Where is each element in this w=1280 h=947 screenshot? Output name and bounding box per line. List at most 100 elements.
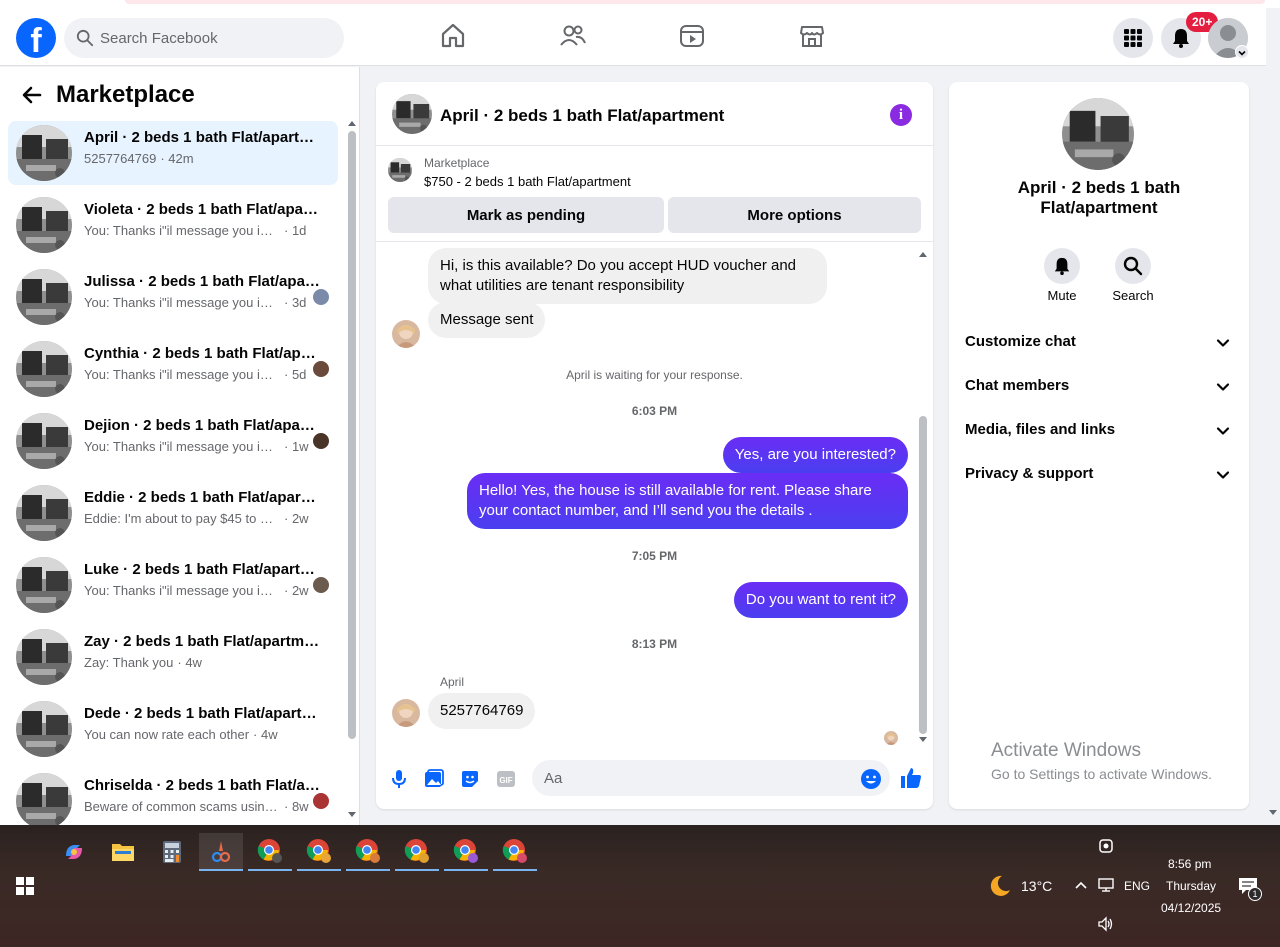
conversation-item[interactable]: Chriselda · 2 beds 1 bath Flat/apartment… (8, 769, 338, 825)
volume-icon[interactable] (1097, 916, 1115, 932)
scrollbar-thumb[interactable] (348, 131, 356, 739)
scroll-up-icon[interactable] (347, 119, 357, 127)
account-menu-caret[interactable] (1235, 45, 1249, 59)
conversation-item[interactable]: Julissa · 2 beds 1 bath Flat/apartment Y… (8, 265, 338, 329)
more-options-button[interactable]: More options (668, 197, 921, 233)
menu-button[interactable] (1113, 18, 1153, 58)
preview-text: You: Thanks i"il message you in a bit (84, 439, 280, 454)
scroll-down-icon[interactable] (917, 736, 929, 744)
incoming-message: Message sent (428, 302, 546, 338)
chevron-up-icon[interactable] (1074, 880, 1088, 890)
timestamp: 7:05 PM (631, 549, 678, 563)
inbox-header: Marketplace (20, 79, 195, 111)
chrome-app-2[interactable] (297, 833, 341, 871)
sender-avatar[interactable] (392, 320, 420, 348)
grid-menu-icon (1124, 29, 1142, 47)
chrome-app-3[interactable] (346, 833, 390, 871)
listing-thumbnail (16, 701, 72, 757)
conversation-preview: You: Thanks i"il message you in a bit · 1… (84, 439, 309, 454)
snipping-tool-app[interactable] (199, 833, 243, 871)
search-circle[interactable] (1115, 248, 1151, 284)
preview-text: You can now rate each other (84, 727, 250, 742)
details-thumbnail[interactable] (1062, 98, 1134, 170)
windows-start-icon[interactable] (16, 877, 34, 895)
conversation-item[interactable]: Cynthia · 2 beds 1 bath Flat/apartment Y… (8, 337, 338, 401)
page-scrollbar[interactable] (1266, 8, 1280, 825)
meet-now-icon[interactable] (1097, 837, 1115, 855)
conversation-item[interactable]: Eddie · 2 beds 1 bath Flat/apartment Edd… (8, 481, 338, 545)
listing-thumbnail (16, 629, 72, 685)
read-receipt-avatar (884, 731, 898, 745)
chrome-app-4[interactable] (395, 833, 439, 871)
facebook-logo[interactable]: f (16, 18, 56, 58)
scroll-down-icon[interactable] (1266, 808, 1280, 818)
scrollbar-thumb[interactable] (919, 416, 927, 734)
inbox-scrollbar[interactable] (347, 117, 357, 825)
conversation-preview: 5257764769 · 42m (84, 151, 194, 166)
copilot-app[interactable] (52, 833, 96, 871)
message-input[interactable] (532, 760, 890, 796)
privacy-support-section[interactable]: Privacy & support (957, 453, 1241, 497)
preview-text: You: Thanks i"il message you in a bit (84, 367, 280, 382)
chat-members-section[interactable]: Chat members (957, 365, 1241, 409)
search-box[interactable] (64, 18, 344, 58)
calculator-app[interactable] (150, 833, 194, 871)
chat-thumbnail[interactable] (392, 94, 432, 134)
clock-date[interactable]: 04/12/2025 (1161, 901, 1221, 915)
search-input[interactable] (100, 18, 336, 58)
chrome-app-1[interactable] (248, 833, 292, 871)
conversation-item[interactable]: Luke · 2 beds 1 bath Flat/apartment You:… (8, 553, 338, 617)
chat-title[interactable]: April · 2 beds 1 bath Flat/apartment (440, 106, 724, 126)
friends-icon[interactable] (559, 22, 587, 50)
mark-pending-button[interactable]: Mark as pending (388, 197, 664, 233)
chrome-app-5[interactable] (444, 833, 488, 871)
clock-day[interactable]: Thursday (1166, 879, 1216, 893)
input-language[interactable]: ENG (1124, 879, 1150, 893)
media-files-section[interactable]: Media, files and links (957, 409, 1241, 453)
marketplace-icon[interactable] (798, 22, 826, 50)
preview-time: · 2w (284, 511, 309, 526)
chat-scrollbar[interactable] (917, 250, 929, 744)
emoji-icon[interactable] (860, 768, 882, 790)
preview-time: · 5d (284, 367, 307, 382)
conversation-item[interactable]: Violeta · 2 beds 1 bath Flat/apartment Y… (8, 193, 338, 257)
info-icon[interactable]: i (890, 104, 912, 126)
scroll-down-icon[interactable] (347, 811, 357, 819)
conversation-name: Luke · 2 beds 1 bath Flat/apartment (84, 561, 320, 578)
conversation-item[interactable]: Zay · 2 beds 1 bath Flat/apartment Zay: … (8, 625, 338, 689)
facebook-header: f 20+ (0, 8, 1266, 66)
chrome-icon (306, 839, 331, 863)
activate-windows-watermark: Activate Windows Go to Settings to activ… (991, 740, 1212, 782)
weather-temperature[interactable]: 13°C (1021, 878, 1052, 894)
customize-chat-section[interactable]: Customize chat (957, 321, 1241, 365)
clock-time[interactable]: 8:56 pm (1168, 857, 1211, 871)
microphone-icon[interactable] (388, 768, 410, 790)
conversation-item[interactable]: Dejion · 2 beds 1 bath Flat/apartment Yo… (8, 409, 338, 473)
conversation-item[interactable]: Dede · 2 beds 1 bath Flat/apartment You … (8, 697, 338, 761)
video-icon[interactable] (678, 22, 706, 50)
conversation-preview: You: Thanks i"il message you in a bit · 2… (84, 583, 309, 598)
section-label: Media, files and links (965, 421, 1116, 438)
search-conversation-button[interactable]: Search (1103, 248, 1163, 303)
scroll-up-icon[interactable] (917, 250, 929, 258)
home-icon[interactable] (439, 22, 467, 50)
file-explorer-app[interactable] (101, 833, 145, 871)
conversation-item[interactable]: April · 2 beds 1 bath Flat/apartment 525… (8, 121, 338, 185)
moon-weather-icon[interactable] (988, 874, 1012, 898)
chevron-down-icon (1216, 427, 1230, 435)
listing-price[interactable]: $750 - 2 beds 1 bath Flat/apartment (424, 174, 631, 189)
seen-avatar (313, 361, 329, 377)
mute-button[interactable]: Mute (1032, 248, 1092, 303)
like-icon[interactable] (899, 766, 923, 790)
chrome-app-6[interactable] (493, 833, 537, 871)
photo-icon[interactable] (423, 768, 445, 790)
preview-text: Eddie: I'm about to pay $45 to get the k… (84, 511, 280, 526)
listing-thumbnail (16, 773, 72, 825)
gif-icon[interactable]: GIF (495, 768, 517, 790)
back-arrow-icon[interactable] (20, 83, 44, 107)
mute-circle[interactable] (1044, 248, 1080, 284)
sender-avatar[interactable] (392, 699, 420, 727)
preview-time: · 2w (284, 583, 309, 598)
sticker-icon[interactable] (459, 768, 481, 790)
network-icon[interactable] (1097, 877, 1115, 893)
